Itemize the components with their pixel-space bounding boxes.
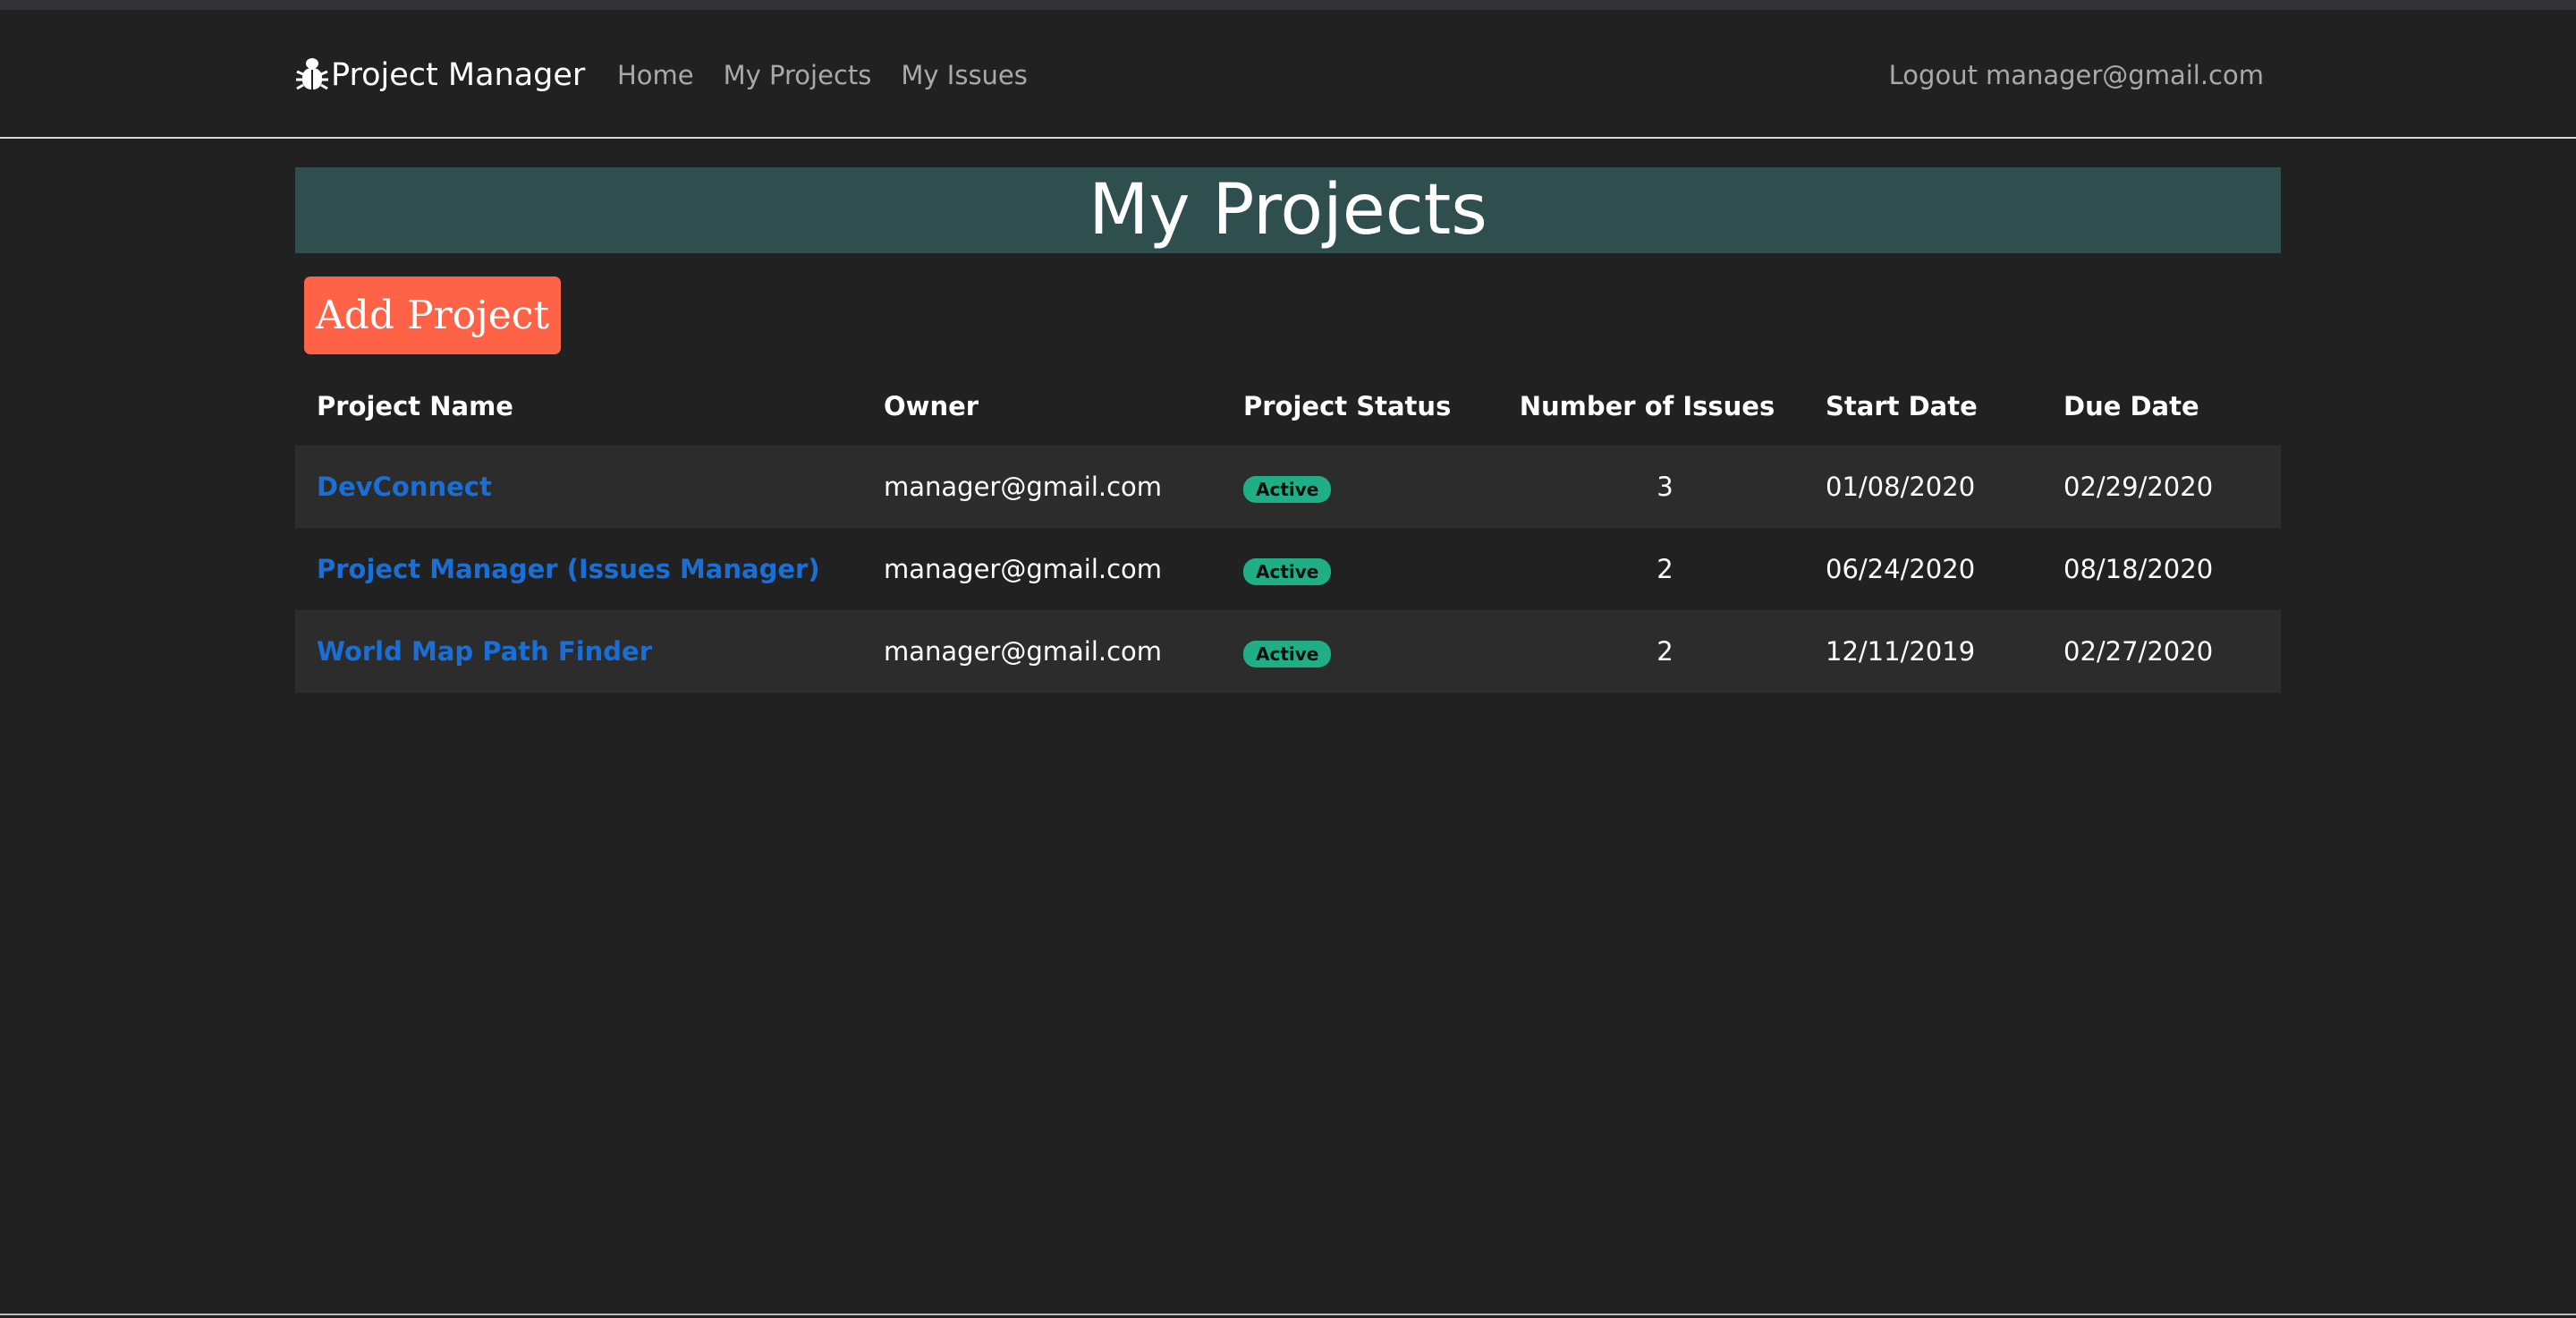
table-row: World Map Path Finder manager@gmail.com … [295, 610, 2281, 693]
table-row: Project Manager (Issues Manager) manager… [295, 528, 2281, 610]
nav-link-home[interactable]: Home [617, 60, 694, 90]
page-bottom-border [0, 1314, 2576, 1315]
header-project-name[interactable]: Project Name [295, 367, 862, 446]
nav-user-area: Logout manager@gmail.com [1889, 55, 2264, 96]
brand-link[interactable]: Project Manager [295, 55, 585, 96]
cell-start-date: 12/11/2019 [1804, 610, 2042, 693]
bug-icon [296, 58, 328, 90]
header-number-of-issues[interactable]: Number of Issues [1490, 367, 1804, 446]
cell-owner: manager@gmail.com [862, 610, 1222, 693]
cell-due-date: 02/27/2020 [2042, 610, 2281, 693]
header-due-date[interactable]: Due Date [2042, 367, 2281, 446]
cell-owner: manager@gmail.com [862, 528, 1222, 610]
table-header-row: Project Name Owner Project Status Number… [295, 367, 2281, 446]
cell-issue-count: 2 [1490, 610, 1804, 693]
logout-link[interactable]: Logout [1889, 60, 1978, 90]
projects-table: Project Name Owner Project Status Number… [295, 367, 2281, 693]
cell-start-date: 06/24/2020 [1804, 528, 2042, 610]
cell-status: Active [1222, 446, 1490, 528]
navbar: Project Manager Home My Projects My Issu… [0, 10, 2576, 139]
add-project-button[interactable]: Add Project [304, 276, 561, 354]
header-start-date[interactable]: Start Date [1804, 367, 2042, 446]
status-badge: Active [1243, 640, 1332, 668]
cell-status: Active [1222, 528, 1490, 610]
cell-owner: manager@gmail.com [862, 446, 1222, 528]
cell-issue-count: 3 [1490, 446, 1804, 528]
project-link[interactable]: DevConnect [317, 472, 492, 502]
cell-issue-count: 2 [1490, 528, 1804, 610]
project-link[interactable]: Project Manager (Issues Manager) [317, 554, 820, 584]
cell-project-name: World Map Path Finder [295, 610, 862, 693]
cell-status: Active [1222, 610, 1490, 693]
cell-due-date: 08/18/2020 [2042, 528, 2281, 610]
brand-label: Project Manager [331, 57, 586, 93]
nav-link-my-projects[interactable]: My Projects [724, 60, 872, 90]
header-owner[interactable]: Owner [862, 367, 1222, 446]
project-link[interactable]: World Map Path Finder [317, 636, 652, 667]
cell-project-name: DevConnect [295, 446, 862, 528]
status-badge: Active [1243, 557, 1332, 585]
header-project-status[interactable]: Project Status [1222, 367, 1490, 446]
browser-top-strip [0, 0, 2576, 10]
page-title: My Projects [1089, 170, 1487, 251]
cell-project-name: Project Manager (Issues Manager) [295, 528, 862, 610]
nav-link-my-issues[interactable]: My Issues [901, 60, 1028, 90]
table-row: DevConnect manager@gmail.com Active 3 01… [295, 446, 2281, 528]
user-email: manager@gmail.com [1985, 60, 2264, 90]
page-title-bar: My Projects [295, 167, 2281, 253]
nav-links: Home My Projects My Issues [617, 55, 1057, 96]
status-badge: Active [1243, 475, 1332, 503]
cell-due-date: 02/29/2020 [2042, 446, 2281, 528]
cell-start-date: 01/08/2020 [1804, 446, 2042, 528]
